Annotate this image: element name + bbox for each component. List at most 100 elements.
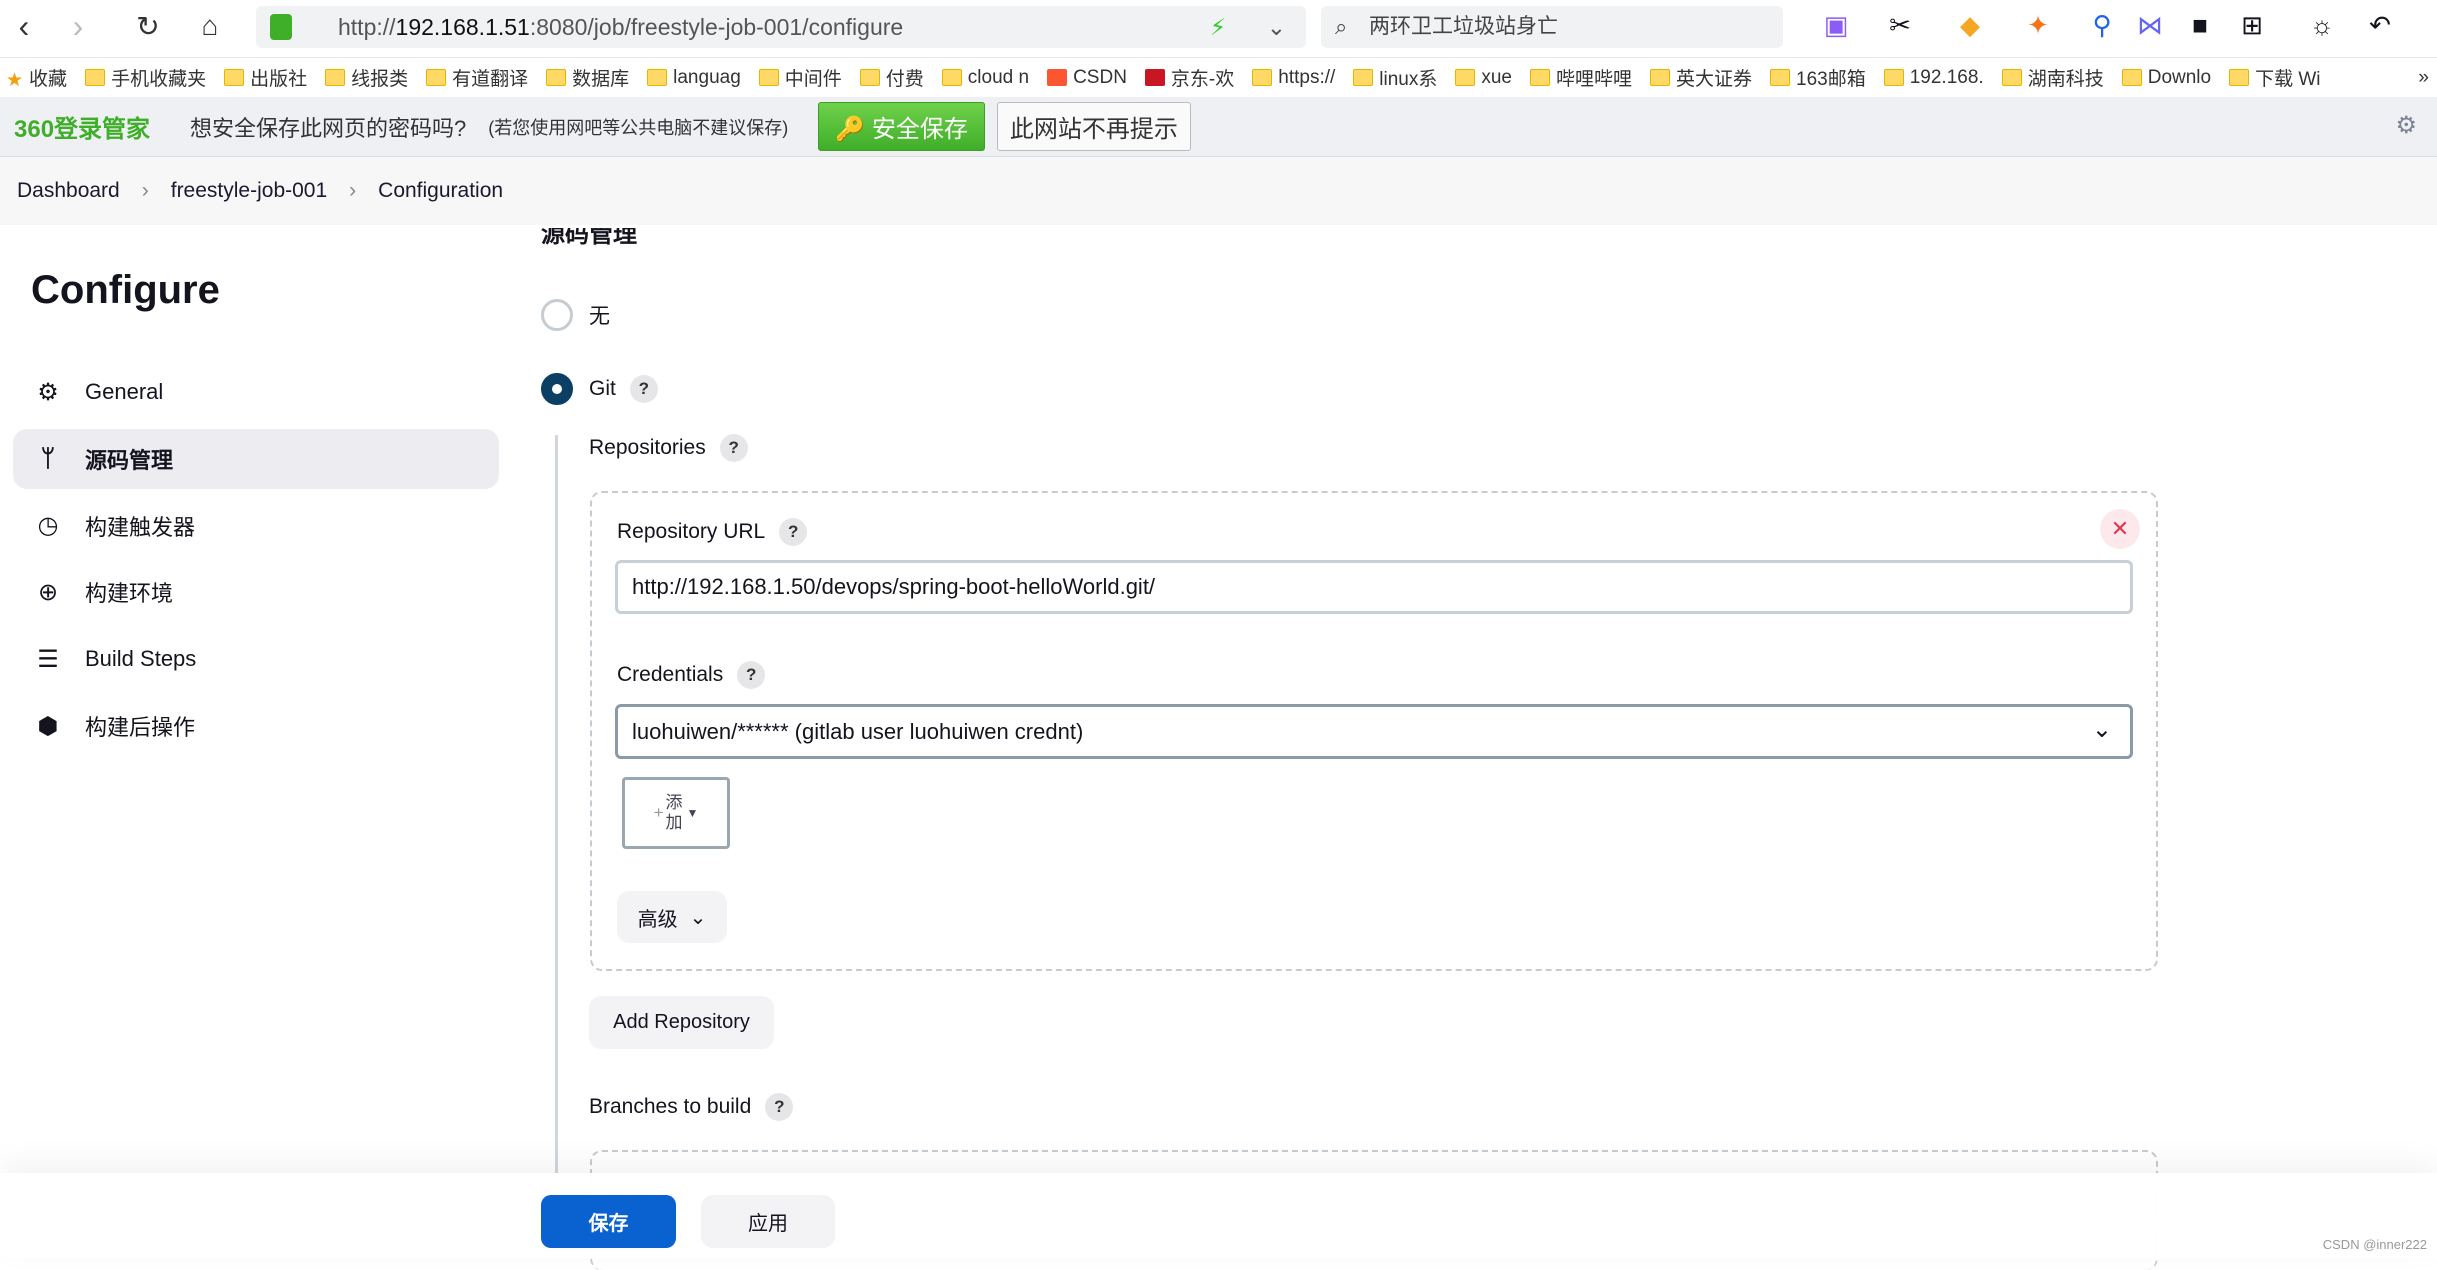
caret-down-icon: ▼ (686, 806, 699, 820)
breadcrumb-configuration[interactable]: Configuration (378, 179, 503, 203)
forward-button[interactable]: › (58, 8, 98, 45)
folder-icon (941, 69, 962, 86)
credentials-select[interactable]: luohuiwen/****** (gitlab user luohuiwen … (615, 704, 2133, 759)
advanced-button[interactable]: 高级 ⌄ (617, 891, 727, 943)
globe-icon: ⊕ (37, 578, 59, 606)
shield-yuan-icon[interactable]: ◆ (1950, 10, 1990, 41)
bookmark-label: 出版社 (250, 69, 308, 90)
bookmark-item[interactable]: 付费 (859, 64, 924, 91)
radio-button[interactable] (541, 299, 573, 331)
sidebar-item[interactable]: ⚙ General (13, 362, 499, 422)
save-password-button[interactable]: 🔑 安全保存 (818, 102, 985, 151)
sidebar-item[interactable]: ⬢ 构建后操作 (13, 696, 499, 756)
bookmark-label: linux系 (1379, 69, 1438, 90)
bookmark-item[interactable]: 线报类 (325, 64, 408, 91)
bookmark-item[interactable]: 有道翻译 (426, 64, 528, 91)
breadcrumb-job[interactable]: freestyle-job-001 (171, 179, 327, 203)
more-bookmarks-button[interactable]: » (2418, 67, 2429, 89)
password-save-bar: 360登录管家 想安全保存此网页的密码吗? (若您使用网吧等公共电脑不建议保存)… (0, 97, 2437, 157)
bookmark-label: 湖南科技 (2027, 69, 2104, 90)
folder-icon (546, 69, 567, 86)
star-icon: ★ (6, 70, 24, 91)
search-input[interactable]: ⌕ 两环卫工垃圾站身亡 (1321, 6, 1783, 48)
radio-button-selected[interactable] (541, 373, 573, 405)
bookmark-label: 有道翻译 (452, 69, 529, 90)
gear-icon[interactable]: ⚙ (2395, 111, 2417, 140)
bookmark-item[interactable]: xue (1455, 67, 1512, 89)
apply-button[interactable]: 应用 (701, 1195, 835, 1248)
bookmark-label: xue (1481, 66, 1512, 88)
breadcrumb-dashboard[interactable]: Dashboard (17, 179, 120, 203)
bookmark-item[interactable]: ★ 收藏 (6, 64, 67, 91)
back-button[interactable]: ‹ (4, 8, 44, 45)
lightning-icon[interactable]: ⚡ (1210, 6, 1226, 48)
undo-icon[interactable]: ↶ (2360, 10, 2400, 41)
plus-icon: + (653, 803, 664, 822)
help-icon[interactable]: ? (629, 375, 658, 403)
bookmark-item[interactable]: linux系 (1353, 64, 1437, 91)
help-icon[interactable]: ? (737, 661, 766, 689)
sidebar-item[interactable]: ᛘ 源码管理 (13, 428, 499, 489)
list-icon: ☰ (37, 645, 59, 673)
add-credentials-button[interactable]: + 添加 ▼ (622, 777, 730, 849)
page-title: Configure (31, 268, 220, 312)
bookmark-label: 数据库 (572, 69, 630, 90)
repo-url-label: Repository URL? (617, 518, 808, 546)
game-icon[interactable]: ✦ (2018, 10, 2058, 41)
bookmark-item[interactable]: 京东-欢 (1144, 64, 1234, 91)
extension-icon[interactable]: ■ (2180, 10, 2220, 41)
bowtie-icon[interactable]: ⋈ (2130, 10, 2170, 41)
folder-icon (1144, 69, 1165, 86)
close-icon[interactable]: ✕ (2100, 509, 2140, 549)
radio-none[interactable]: 无 (541, 299, 610, 331)
address-bar[interactable]: http://192.168.1.51:8080/job/freestyle-j… (256, 6, 1306, 48)
sidebar-item-label: 构建环境 (85, 581, 174, 607)
bookmark-item[interactable]: https:// (1252, 67, 1335, 89)
folder-icon (2121, 69, 2142, 86)
scissors-icon[interactable]: ✂ (1880, 10, 1920, 41)
brightness-icon[interactable]: ☼ (2302, 10, 2342, 41)
bookmark-item[interactable]: 手机收藏夹 (85, 64, 206, 91)
magnifier-icon[interactable]: ⚲ (2082, 10, 2122, 41)
translate-icon[interactable]: ▣ (1816, 10, 1856, 41)
folder-icon (2229, 69, 2250, 86)
folder-icon (1252, 69, 1273, 86)
add-label-top: 添 (665, 793, 683, 812)
bookmark-item[interactable]: 哔哩哔哩 (1530, 64, 1632, 91)
package-icon: ⬢ (37, 712, 59, 740)
bookmark-item[interactable]: 163邮箱 (1770, 64, 1866, 91)
repositories-label: Repositories? (589, 434, 748, 462)
folder-icon (325, 69, 346, 86)
bookmark-item[interactable]: languag (647, 67, 741, 89)
add-repository-button[interactable]: Add Repository (589, 996, 774, 1049)
sidebar-item[interactable]: ☰ Build Steps (13, 629, 499, 689)
never-for-site-button[interactable]: 此网站不再提示 (996, 102, 1191, 151)
help-icon[interactable]: ? (765, 1093, 794, 1121)
url-host: 192.168.1.51 (395, 14, 530, 40)
timer-icon: ◷ (37, 512, 59, 540)
bookmark-item[interactable]: 出版社 (224, 64, 307, 91)
help-icon[interactable]: ? (719, 434, 748, 462)
radio-git[interactable]: Git? (541, 373, 658, 405)
bookmark-item[interactable]: CSDN (1047, 67, 1127, 89)
home-button[interactable]: ⌂ (190, 10, 230, 42)
credentials-text: Credentials (617, 663, 724, 686)
reload-button[interactable]: ↻ (128, 10, 168, 43)
grid-icon[interactable]: ⊞ (2232, 10, 2272, 41)
bookmark-item[interactable]: 192.168. (1883, 67, 1984, 89)
section-divider (555, 435, 558, 1175)
chevron-down-icon[interactable]: ⌄ (1267, 6, 1286, 48)
sidebar-item[interactable]: ◷ 构建触发器 (13, 496, 499, 556)
bookmark-item[interactable]: 英大证券 (1650, 64, 1752, 91)
repository-url-input[interactable]: http://192.168.1.50/devops/spring-boot-h… (615, 560, 2133, 614)
help-icon[interactable]: ? (779, 518, 808, 546)
bookmark-item[interactable]: 下载 Wi (2229, 64, 2321, 91)
bookmark-item[interactable]: 中间件 (758, 64, 842, 91)
sidebar-item[interactable]: ⊕ 构建环境 (13, 562, 499, 622)
bookmark-item[interactable]: cloud n (941, 67, 1029, 89)
bookmark-item[interactable]: 数据库 (546, 64, 629, 91)
watermark: CSDN @inner222 (2322, 1237, 2427, 1252)
bookmark-item[interactable]: 湖南科技 (2001, 64, 2104, 91)
bookmark-item[interactable]: Downlo (2121, 67, 2211, 89)
save-button[interactable]: 保存 (541, 1195, 676, 1248)
